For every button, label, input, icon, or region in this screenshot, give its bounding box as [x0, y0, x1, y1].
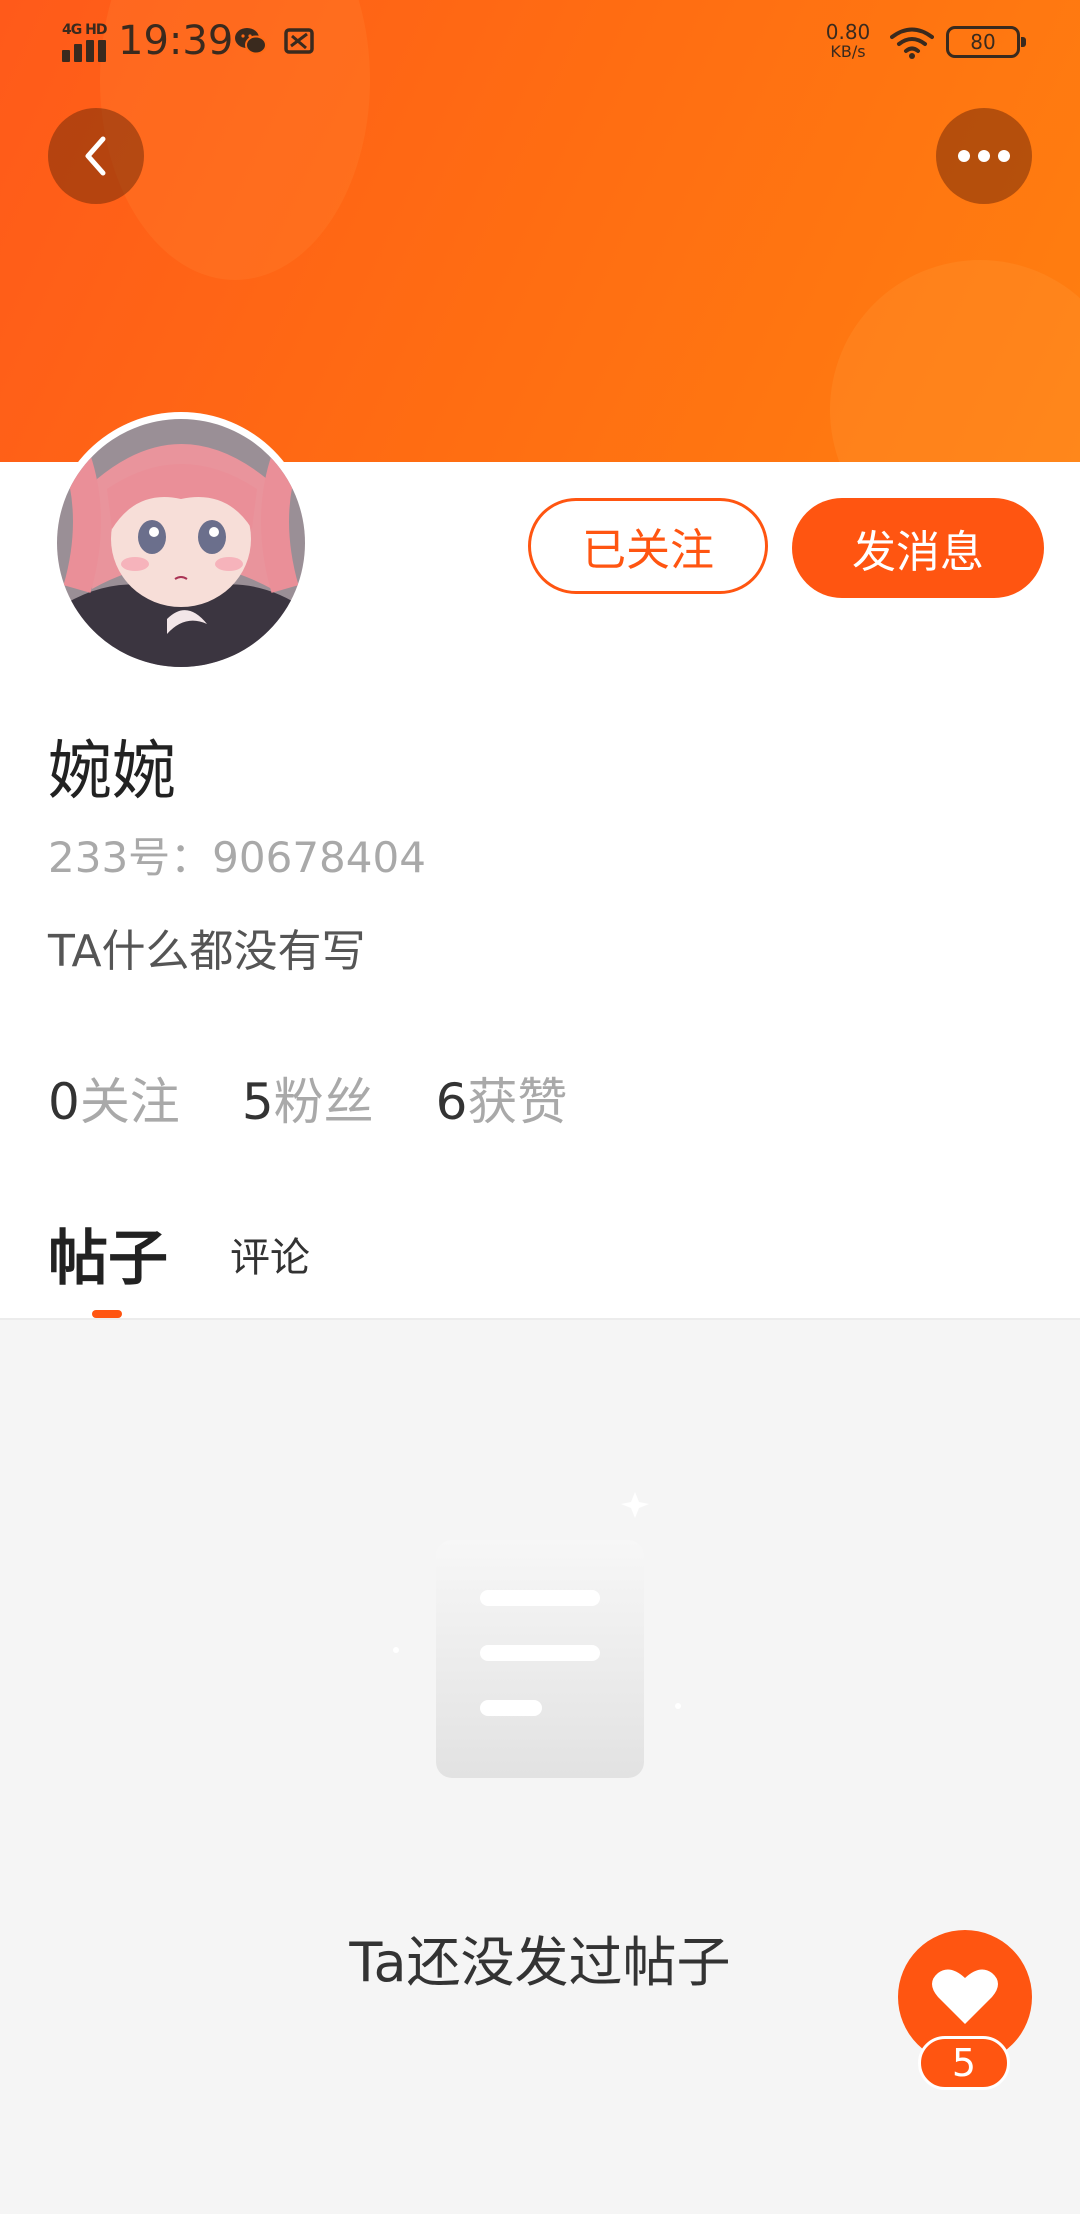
network-type: 4G HD — [62, 22, 107, 38]
stat-fans[interactable]: 5粉丝 — [242, 1062, 374, 1134]
like-count-badge: 5 — [918, 2036, 1010, 2090]
tabs-divider — [0, 1318, 1080, 1320]
send-message-button[interactable]: 发消息 — [792, 498, 1044, 598]
avatar[interactable] — [57, 419, 305, 667]
user-bio: TA什么都没有写 — [48, 926, 366, 977]
following-button[interactable]: 已关注 — [528, 498, 768, 594]
username: 婉婉 — [48, 735, 176, 809]
wifi-icon — [890, 27, 934, 59]
stat-likes-label: 获赞 — [467, 1073, 568, 1131]
profile-stats: 0关注 5粉丝 6获赞 — [48, 1062, 629, 1134]
tab-posts[interactable]: 帖子 — [48, 1210, 168, 1297]
signal-icon: 4G HD — [60, 22, 110, 62]
more-options-button[interactable] — [936, 108, 1032, 204]
battery-indicator: 80 — [946, 26, 1026, 58]
stat-fans-label: 粉丝 — [273, 1073, 374, 1131]
stat-following-label: 关注 — [79, 1073, 180, 1131]
stat-likes-count: 6 — [435, 1073, 468, 1131]
network-speed: 0.80 KB/s — [825, 20, 871, 61]
app-notification-icon — [284, 28, 314, 54]
user-id: 233号：90678404 — [48, 833, 426, 882]
heart-icon — [932, 1969, 998, 2024]
active-tab-indicator — [92, 1310, 122, 1318]
status-bar: 4G HD 19:39 0.80 KB/s 80 — [0, 0, 1080, 86]
back-button[interactable] — [48, 108, 144, 204]
more-horizontal-icon — [958, 150, 1010, 162]
stat-fans-count: 5 — [241, 1073, 274, 1131]
status-time: 19:39 — [118, 18, 234, 64]
wechat-icon — [235, 28, 267, 55]
stat-following-count: 0 — [48, 1073, 80, 1131]
stat-following[interactable]: 0关注 — [48, 1062, 180, 1134]
document-icon — [393, 1492, 681, 1778]
stat-likes[interactable]: 6获赞 — [436, 1062, 568, 1134]
chevron-left-icon — [85, 136, 106, 176]
anime-avatar-image — [57, 419, 305, 667]
tab-comments[interactable]: 评论 — [230, 1225, 310, 1283]
